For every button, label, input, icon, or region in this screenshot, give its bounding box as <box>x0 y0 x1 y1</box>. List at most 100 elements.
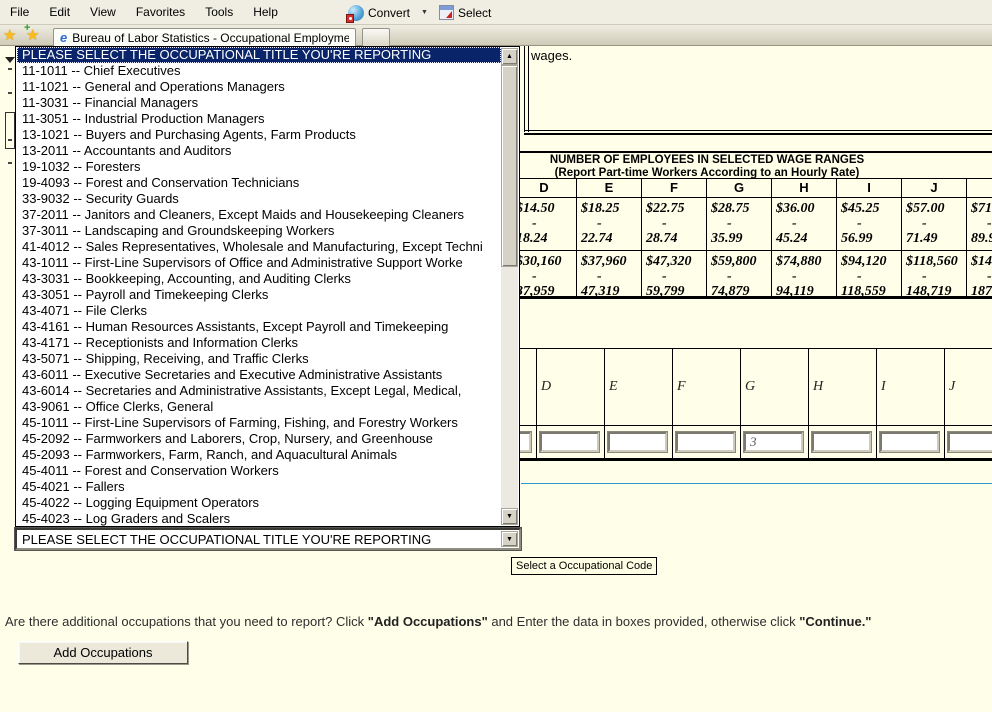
annual-wage-range-cell: $74,880 - 94,119 <box>772 251 837 296</box>
column-letter: F <box>642 179 707 197</box>
convert-label: Convert <box>368 6 410 20</box>
occupation-option[interactable]: 13-1021 -- Buyers and Purchasing Agents,… <box>17 127 501 143</box>
new-tab-stub[interactable] <box>362 28 390 46</box>
occupation-option[interactable]: 11-1021 -- General and Operations Manage… <box>17 79 501 95</box>
column-letter: I <box>877 349 945 425</box>
employee-entry-table: D E F G H I J <box>469 348 992 461</box>
annual-wage-range-cell: $47,320 - 59,799 <box>642 251 707 296</box>
browser-tab[interactable]: e Bureau of Labor Statistics - Occupatio… <box>53 28 356 46</box>
occupation-option[interactable]: 45-1011 -- First-Line Supervisors of Far… <box>17 415 501 431</box>
additional-occupations-prompt: Are there additional occupations that yo… <box>5 614 980 629</box>
hourly-wage-range-cell: $28.75 - 35.99 <box>707 198 772 250</box>
annual-wage-range-cell: $59,800 - 74,879 <box>707 251 772 296</box>
hourly-wage-range-cell: $14.50 - 18.24 <box>512 198 577 250</box>
occupation-option[interactable]: 43-4071 -- File Clerks <box>17 303 501 319</box>
scroll-up-button[interactable]: ▲ <box>501 48 518 65</box>
employee-count-input[interactable] <box>880 432 939 452</box>
column-letter: G <box>707 179 772 197</box>
scroll-down-button[interactable]: ▼ <box>501 508 518 525</box>
employee-count-input[interactable] <box>608 432 667 452</box>
employee-count-input[interactable] <box>744 432 803 452</box>
occupation-option[interactable]: 11-1011 -- Chief Executives <box>17 63 501 79</box>
add-favorite-icon[interactable]: ★+ <box>26 26 39 44</box>
occupation-option[interactable]: 19-1032 -- Foresters <box>17 159 501 175</box>
occupation-option[interactable]: 43-4171 -- Receptionists and Information… <box>17 335 501 351</box>
entry-cell <box>741 426 809 458</box>
page-fragment-box <box>5 112 15 149</box>
occupation-option[interactable]: 11-3031 -- Financial Managers <box>17 95 501 111</box>
menu-item[interactable]: File <box>0 2 39 22</box>
tab-bar: ★ ★+ e Bureau of Labor Statistics - Occu… <box>0 25 992 46</box>
column-letter: G <box>741 349 809 425</box>
favorites-star-icon[interactable]: ★ <box>3 26 16 44</box>
wage-table-title-line1: NUMBER OF EMPLOYEES IN SELECTED WAGE RAN… <box>512 154 902 167</box>
menu-bar: File Edit View Favorites Tools Help Conv… <box>0 0 992 25</box>
select-tool-button[interactable]: Select <box>436 3 494 22</box>
occupation-option[interactable]: PLEASE SELECT THE OCCUPATIONAL TITLE YOU… <box>17 47 501 63</box>
annual-wage-range-cell: $148,720 - 187,199 <box>967 251 992 296</box>
box-border <box>524 46 525 132</box>
column-letter: D <box>537 349 605 425</box>
occupation-option[interactable]: 19-4093 -- Forest and Conservation Techn… <box>17 175 501 191</box>
convert-pdf-icon <box>348 5 364 21</box>
occupation-option[interactable]: 43-9061 -- Office Clerks, General <box>17 399 501 415</box>
wage-table-title-line2: (Report Part-time Workers According to a… <box>512 167 902 180</box>
pdf-badge-icon <box>346 14 354 23</box>
employee-count-input[interactable] <box>812 432 871 452</box>
occupation-option[interactable]: 41-4012 -- Sales Representatives, Wholes… <box>17 239 501 255</box>
wage-ranges-table: NUMBER OF EMPLOYEES IN SELECTED WAGE RAN… <box>512 151 992 299</box>
occupation-option[interactable]: 43-6011 -- Executive Secretaries and Exe… <box>17 367 501 383</box>
occupation-option[interactable]: 45-4011 -- Forest and Conservation Worke… <box>17 463 501 479</box>
scrollbar-thumb[interactable] <box>501 65 518 267</box>
occupation-option[interactable]: 43-6014 -- Secretaries and Administrativ… <box>17 383 501 399</box>
occupation-option[interactable]: 45-4021 -- Fallers <box>17 479 501 495</box>
occupation-option[interactable]: 43-3051 -- Payroll and Timekeeping Clerk… <box>17 287 501 303</box>
occupation-option[interactable]: 45-4023 -- Log Graders and Scalers <box>17 511 501 526</box>
menu-item[interactable]: Help <box>243 2 288 22</box>
hourly-wage-range-cell: $36.00 - 45.24 <box>772 198 837 250</box>
occupation-option[interactable]: 43-4161 -- Human Resources Assistants, E… <box>17 319 501 335</box>
occupation-option[interactable]: 45-4022 -- Logging Equipment Operators <box>17 495 501 511</box>
occupation-option[interactable]: 45-2093 -- Farmworkers, Farm, Ranch, and… <box>17 447 501 463</box>
annual-wage-range-cell: $94,120 - 118,559 <box>837 251 902 296</box>
hourly-wage-range-cell: $57.00 - 71.49 <box>902 198 967 250</box>
occupation-option[interactable]: 33-9032 -- Security Guards <box>17 191 501 207</box>
hourly-wage-range-cell: $18.25 - 22.74 <box>577 198 642 250</box>
convert-button[interactable]: Convert <box>345 3 413 23</box>
chevron-down-icon[interactable]: ▼ <box>417 9 432 16</box>
triangle-up-icon: ▲ <box>506 53 513 60</box>
ie-page-icon: e <box>60 32 67 44</box>
column-letter: H <box>772 179 837 197</box>
occupation-option[interactable]: 37-3011 -- Landscaping and Groundskeepin… <box>17 223 501 239</box>
employee-count-input[interactable] <box>676 432 735 452</box>
menu-item[interactable]: View <box>80 2 126 22</box>
select-dropdown-button[interactable]: ▼ <box>501 531 518 547</box>
occupation-option[interactable]: 43-3031 -- Bookkeeping, Accounting, and … <box>17 271 501 287</box>
listbox-scrollbar: ▲ ▼ <box>501 48 518 525</box>
occupation-option[interactable]: 43-1011 -- First-Line Supervisors of Off… <box>17 255 501 271</box>
menu-item[interactable]: Tools <box>195 2 243 22</box>
employee-count-input[interactable] <box>540 432 599 452</box>
page-fragment-dash <box>8 92 12 94</box>
column-letter: F <box>673 349 741 425</box>
occupation-option[interactable]: 11-3051 -- Industrial Production Manager… <box>17 111 501 127</box>
menu-item[interactable]: Favorites <box>126 2 195 22</box>
column-letter: H <box>809 349 877 425</box>
occupation-option[interactable]: 45-2092 -- Farmworkers and Laborers, Cro… <box>17 431 501 447</box>
entry-cell <box>877 426 945 458</box>
select-label: Select <box>458 6 491 20</box>
occupation-option[interactable]: 37-2011 -- Janitors and Cleaners, Except… <box>17 207 501 223</box>
add-occupations-button[interactable]: Add Occupations <box>18 641 188 664</box>
employee-count-input[interactable] <box>948 432 992 452</box>
horizontal-divider <box>521 483 992 484</box>
occupation-option[interactable]: 13-2011 -- Accountants and Auditors <box>17 143 501 159</box>
select-tool-icon <box>439 5 454 20</box>
occupation-listbox: PLEASE SELECT THE OCCUPATIONAL TITLE YOU… <box>15 46 520 527</box>
triangle-down-icon <box>5 57 15 63</box>
menu-item[interactable]: Edit <box>39 2 80 22</box>
occupation-option[interactable]: 43-5071 -- Shipping, Receiving, and Traf… <box>17 351 501 367</box>
column-letter: K <box>967 179 992 197</box>
plus-icon: + <box>24 22 30 34</box>
page-fragment-dash <box>8 68 12 70</box>
occupation-select[interactable]: PLEASE SELECT THE OCCUPATIONAL TITLE YOU… <box>15 528 521 550</box>
